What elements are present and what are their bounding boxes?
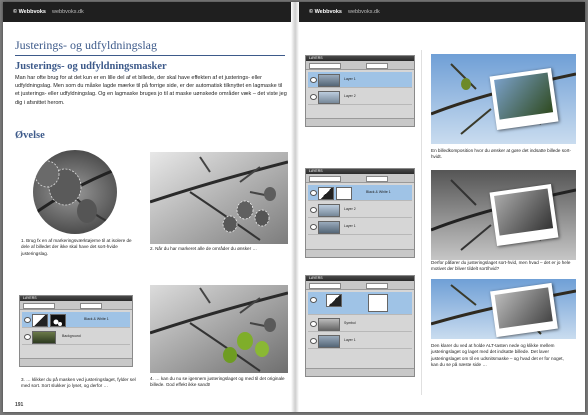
panel-toolbar bbox=[306, 281, 414, 290]
page-fold bbox=[291, 2, 299, 412]
visibility-eye-icon[interactable] bbox=[24, 317, 31, 323]
layer-row-layer1[interactable]: Layer 1 bbox=[308, 72, 412, 88]
blend-mode-dropdown[interactable] bbox=[23, 302, 55, 309]
opacity-field[interactable] bbox=[366, 175, 388, 182]
layer-row-layer1[interactable]: Layer 1 bbox=[308, 219, 412, 235]
mask-thumbnail[interactable] bbox=[336, 187, 352, 200]
caption-right3: Den klarer du ved at holde ALT-tasten ne… bbox=[431, 343, 564, 368]
step4-photo bbox=[150, 285, 288, 373]
step1-photo bbox=[17, 149, 127, 235]
section-heading: Justerings- og udfyldningsmasker bbox=[15, 61, 167, 72]
layers-panel-right-1: LAYERS Layer 1 Layer 2 bbox=[305, 55, 415, 127]
opacity-field[interactable] bbox=[80, 302, 102, 309]
mask-thumbnail[interactable] bbox=[50, 314, 66, 327]
header-bar-left: © Webbvoks webbvoks.dk bbox=[3, 2, 291, 22]
step2-photo bbox=[150, 152, 288, 244]
caption-right2: Derfor påfører du justeringslaget sort-h… bbox=[431, 260, 571, 272]
visibility-eye-icon[interactable] bbox=[310, 207, 317, 213]
visibility-eye-icon[interactable] bbox=[310, 190, 317, 196]
header-url-right: webbvoks.dk bbox=[348, 9, 380, 15]
opacity-field[interactable] bbox=[366, 282, 388, 289]
caption-right1: En billedkomposition hvor du ønsker at g… bbox=[431, 148, 571, 160]
layer-name: Layer 1 bbox=[344, 77, 356, 81]
composite-photo-2 bbox=[431, 170, 576, 260]
layers-panel-step3: LAYERS Black & White 1 Background bbox=[19, 295, 133, 367]
chapter-title: Justerings- og udfyldningslag bbox=[15, 38, 157, 52]
layer-row-bg[interactable]: Background bbox=[22, 329, 130, 345]
blend-mode-dropdown[interactable] bbox=[309, 175, 341, 182]
layer-row-bw[interactable] bbox=[308, 292, 412, 315]
blend-mode-dropdown[interactable] bbox=[309, 282, 341, 289]
visibility-eye-icon[interactable] bbox=[310, 77, 317, 83]
header-brand-left: © Webbvoks bbox=[13, 9, 46, 15]
intro-paragraph: Man har ofte brug for at det kun er en l… bbox=[15, 75, 287, 106]
layer-thumbnail bbox=[318, 221, 340, 234]
visibility-eye-icon[interactable] bbox=[310, 297, 317, 303]
layer-thumbnail bbox=[318, 91, 340, 104]
composite-photo-1 bbox=[431, 54, 576, 144]
layer-thumbnail bbox=[318, 204, 340, 217]
layer-row-symbol[interactable]: Symbol bbox=[308, 316, 412, 332]
panel-footer bbox=[20, 358, 132, 366]
layer-row-layer2[interactable]: Layer 2 bbox=[308, 89, 412, 105]
panel-toolbar bbox=[20, 301, 132, 310]
header-brand-right: © Webbvoks bbox=[309, 9, 342, 15]
adjustment-icon bbox=[318, 187, 334, 200]
panel-footer bbox=[306, 249, 414, 257]
inserted-photo-frame bbox=[489, 183, 559, 247]
book-spread: © Webbvoks webbvoks.dk © Webbvoks webbvoks… bbox=[3, 2, 585, 412]
page-number: 191 bbox=[15, 402, 24, 408]
layer-name: Black & White 1 bbox=[366, 190, 391, 194]
composite-photo-3 bbox=[431, 279, 576, 339]
header-url-left: webbvoks.dk bbox=[52, 9, 84, 15]
layers-panel-right-2: LAYERS Black & White 1 Layer 2 Layer 1 bbox=[305, 168, 415, 258]
layer-name: Layer 2 bbox=[344, 94, 356, 98]
header-bar-right: © Webbvoks webbvoks.dk bbox=[299, 2, 585, 22]
layer-name: Layer 1 bbox=[344, 338, 356, 342]
adjustment-icon bbox=[326, 294, 342, 307]
opacity-field[interactable] bbox=[366, 62, 388, 69]
layer-name-bw: Black & White 1 bbox=[84, 317, 109, 321]
visibility-eye-icon[interactable] bbox=[24, 334, 31, 340]
title-rule bbox=[15, 55, 285, 56]
layers-panel-right-3: LAYERS Symbol Layer 1 bbox=[305, 275, 415, 377]
panel-footer bbox=[306, 368, 414, 376]
visibility-eye-icon[interactable] bbox=[310, 338, 317, 344]
column-divider bbox=[421, 50, 422, 395]
layer-row-layer2[interactable]: Layer 2 bbox=[308, 202, 412, 218]
visibility-eye-icon[interactable] bbox=[310, 321, 317, 327]
layer-thumbnail bbox=[32, 331, 56, 344]
caption-step2: 2. Når du har markeret alle de områder d… bbox=[150, 246, 257, 251]
blend-mode-dropdown[interactable] bbox=[309, 62, 341, 69]
layer-name: Layer 1 bbox=[344, 224, 356, 228]
layer-thumbnail bbox=[318, 335, 340, 348]
layer-thumbnail bbox=[318, 74, 340, 87]
caption-step4: 4. … kan du nu se igennem justeringslage… bbox=[150, 376, 285, 388]
adjustment-icon bbox=[32, 314, 48, 327]
panel-toolbar bbox=[306, 61, 414, 70]
layer-row-bw[interactable]: Black & White 1 bbox=[22, 312, 130, 328]
mask-thumbnail[interactable] bbox=[368, 294, 388, 312]
panel-toolbar bbox=[306, 174, 414, 183]
layer-row-layer1[interactable]: Layer 1 bbox=[308, 333, 412, 349]
caption-step3: 3. … klikker du på masken ved justerings… bbox=[21, 377, 136, 389]
layer-name-bg: Background bbox=[62, 334, 81, 338]
visibility-eye-icon[interactable] bbox=[310, 224, 317, 230]
layer-thumbnail bbox=[318, 318, 340, 331]
layer-name: Symbol bbox=[344, 321, 356, 325]
panel-footer bbox=[306, 118, 414, 126]
layer-row-bw[interactable]: Black & White 1 bbox=[308, 185, 412, 201]
visibility-eye-icon[interactable] bbox=[310, 94, 317, 100]
inserted-photo-frame bbox=[490, 282, 558, 338]
layer-name: Layer 2 bbox=[344, 207, 356, 211]
inserted-photo-frame bbox=[489, 67, 559, 131]
caption-step1: 1. Brug fx en af markeringsværktøjerne t… bbox=[21, 238, 132, 256]
exercise-heading: Øvelse bbox=[15, 130, 45, 141]
